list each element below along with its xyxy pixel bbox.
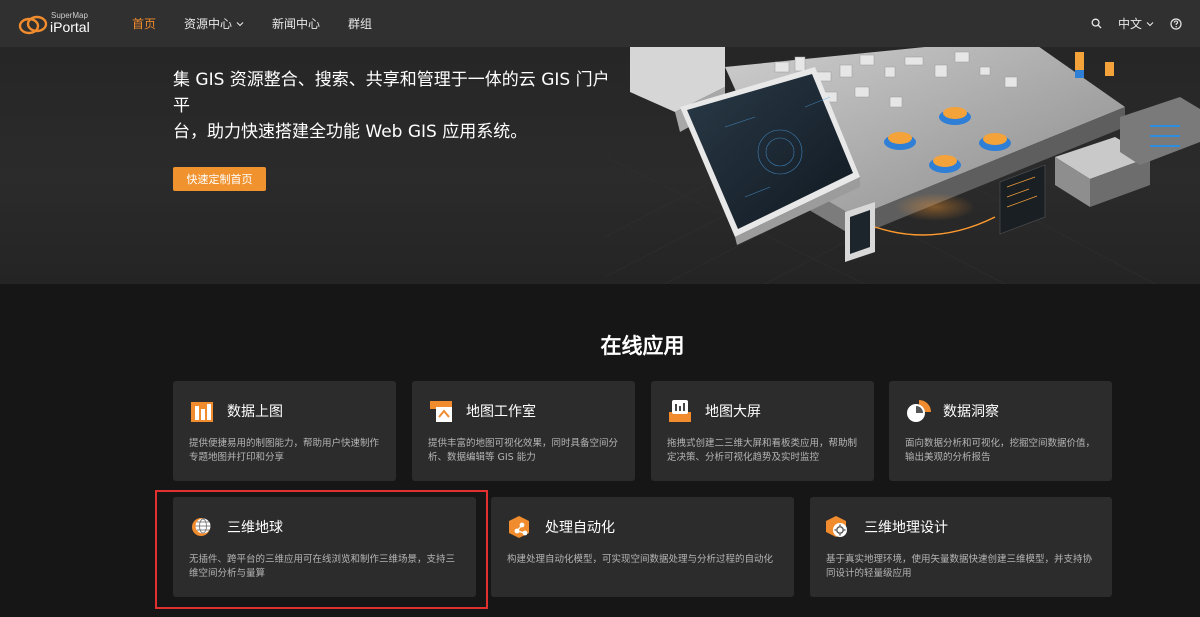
map-studio-icon <box>430 401 452 422</box>
card-title: 数据洞察 <box>943 404 999 420</box>
card-title: 处理自动化 <box>545 520 615 536</box>
help-button[interactable] <box>1170 17 1182 30</box>
language-selector[interactable]: 中文 <box>1118 15 1154 32</box>
card-description-line: 基于真实地理环境，使用矢量数据快速创建三维模型，并支持协 <box>826 554 1093 565</box>
globe-icon <box>192 518 211 536</box>
card-description-line: 面向数据分析和可视化，挖掘空间数据价值， <box>905 438 1096 449</box>
nav-item-groups[interactable]: 群组 <box>348 15 372 32</box>
hero-description: 集 GIS 资源整合、搜索、共享和管理于一体的云 GIS 门户平 台，助力快速搭… <box>173 67 623 145</box>
card-description-line: 专题地图并打印和分享 <box>189 452 285 463</box>
nav-item-label: 资源中心 <box>184 17 233 31</box>
customize-home-button[interactable]: 快速定制首页 <box>173 167 266 191</box>
card-description: 拖拽式创建二三维大屏和看板类应用，帮助制 定决策、分析可视化趋势及实时监控 <box>667 437 857 465</box>
nav-item-resource-center[interactable]: 资源中心 <box>184 15 244 32</box>
top-header: SuperMap iPortal 首页 资源中心 新闻中心 群组 中文 <box>0 0 1200 47</box>
nav-item-home[interactable]: 首页 <box>132 15 156 32</box>
automation-icon <box>509 516 529 538</box>
card-3d-geo-design[interactable]: 三维地理设计 基于真实地理环境，使用矢量数据快速创建三维模型，并支持协 同设计的… <box>810 497 1112 597</box>
card-description: 提供便捷易用的制图能力，帮助用户快速制作 专题地图并打印和分享 <box>189 437 379 465</box>
chart-bars-icon <box>191 402 213 422</box>
card-description: 提供丰富的地图可视化效果，同时具备空间分 析、数据编辑等 GIS 能力 <box>428 437 618 465</box>
chevron-down-icon <box>1146 21 1154 26</box>
search-icon <box>1091 18 1102 29</box>
pie-insight-icon <box>907 400 931 422</box>
card-description-line: 同设计的轻量级应用 <box>826 568 912 579</box>
dashboard-screen-icon <box>669 400 691 422</box>
geo-design-icon <box>826 516 847 537</box>
nav-item-label: 群组 <box>348 17 373 31</box>
card-description-line: 构建处理自动化模型，可实现空间数据处理与分析过程的自动化 <box>507 554 774 565</box>
header-actions: 中文 <box>1075 0 1182 47</box>
logo[interactable]: SuperMap iPortal <box>18 9 98 37</box>
hero-description-line: 集 GIS 资源整合、搜索、共享和管理于一体的云 GIS 门户平 <box>173 70 610 116</box>
card-description-line: 提供便捷易用的制图能力，帮助用户快速制作 <box>189 438 380 449</box>
card-description: 面向数据分析和可视化，挖掘空间数据价值， 输出美观的分析报告 <box>905 437 1095 465</box>
card-title: 三维地理设计 <box>864 520 948 536</box>
card-description-line: 输出美观的分析报告 <box>905 452 991 463</box>
card-description-line: 提供丰富的地图可视化效果，同时具备空间分 <box>428 438 619 449</box>
card-description-line: 定决策、分析可视化趋势及实时监控 <box>667 452 820 463</box>
card-title: 三维地球 <box>227 520 283 536</box>
search-button[interactable] <box>1091 18 1102 29</box>
nav-item-news-center[interactable]: 新闻中心 <box>272 15 320 32</box>
card-data-insights[interactable]: 数据洞察 面向数据分析和可视化，挖掘空间数据价值， 输出美观的分析报告 <box>889 381 1112 481</box>
language-label: 中文 <box>1117 17 1142 31</box>
main-nav: 首页 资源中心 新闻中心 群组 <box>132 0 400 47</box>
hero-illustration <box>605 47 1200 284</box>
hero-heading-clipped <box>170 47 615 53</box>
card-description: 无插件、跨平台的三维应用可在线浏览和制作三维场景，支持三 维空间分析与量算 <box>189 553 455 581</box>
card-description-line: 拖拽式创建二三维大屏和看板类应用，帮助制 <box>667 438 858 449</box>
section-title: 在线应用 <box>600 334 685 358</box>
card-data-mapping[interactable]: 数据上图 提供便捷易用的制图能力，帮助用户快速制作 专题地图并打印和分享 <box>173 381 396 481</box>
chevron-down-icon <box>236 21 244 26</box>
card-description-line: 维空间分析与量算 <box>189 568 266 579</box>
card-3d-globe[interactable]: 三维地球 无插件、跨平台的三维应用可在线浏览和制作三维场景，支持三 维空间分析与… <box>173 497 476 597</box>
help-icon <box>1170 17 1182 30</box>
nav-item-label: 首页 <box>132 17 157 31</box>
logo-product-name: iPortal <box>50 19 90 35</box>
card-description-line: 无插件、跨平台的三维应用可在线浏览和制作三维场景，支持三 <box>189 554 456 565</box>
card-description: 构建处理自动化模型，可实现空间数据处理与分析过程的自动化 <box>507 553 773 567</box>
nav-item-label: 新闻中心 <box>272 17 321 31</box>
card-description-line: 析、数据编辑等 GIS 能力 <box>428 452 536 463</box>
card-title: 数据上图 <box>227 404 283 420</box>
logo-icon <box>18 15 48 35</box>
card-map-studio[interactable]: 地图工作室 提供丰富的地图可视化效果，同时具备空间分 析、数据编辑等 GIS 能… <box>412 381 635 481</box>
hero-banner: 集 GIS 资源整合、搜索、共享和管理于一体的云 GIS 门户平 台，助力快速搭… <box>0 47 1200 284</box>
card-title: 地图工作室 <box>466 404 536 420</box>
card-title: 地图大屏 <box>705 404 761 420</box>
hero-description-line: 台，助力快速搭建全功能 Web GIS 应用系统。 <box>173 122 528 142</box>
card-map-dashboard[interactable]: 地图大屏 拖拽式创建二三维大屏和看板类应用，帮助制 定决策、分析可视化趋势及实时… <box>651 381 874 481</box>
card-processing-automation[interactable]: 处理自动化 构建处理自动化模型，可实现空间数据处理与分析过程的自动化 <box>491 497 794 597</box>
card-description: 基于真实地理环境，使用矢量数据快速创建三维模型，并支持协 同设计的轻量级应用 <box>826 553 1092 581</box>
